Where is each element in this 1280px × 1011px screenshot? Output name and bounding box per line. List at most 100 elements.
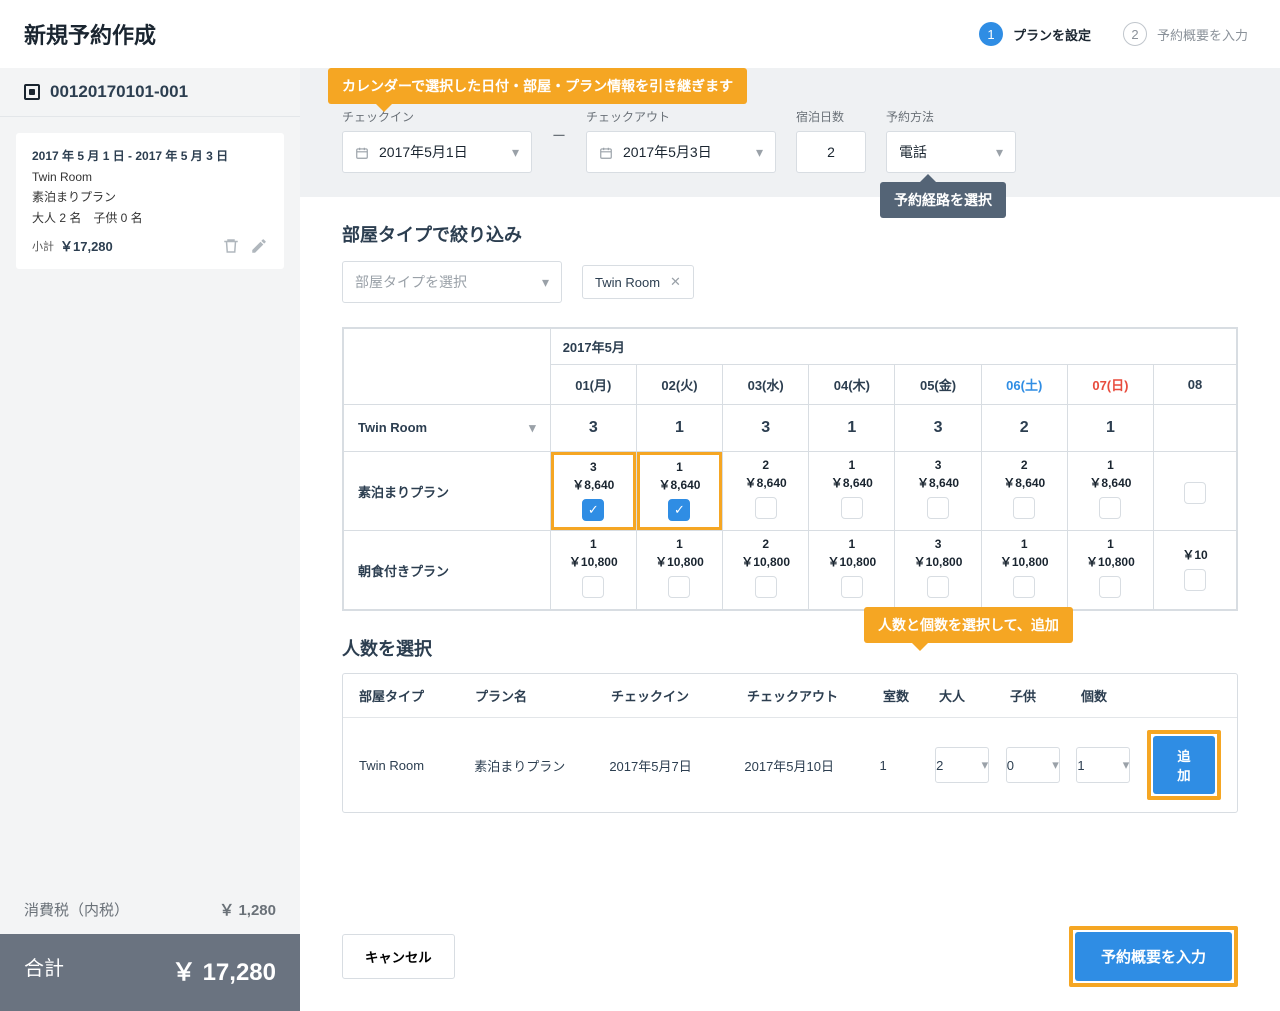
count-7 (1154, 405, 1237, 452)
slot-checkbox[interactable] (1184, 482, 1206, 504)
method-value: 電話 (899, 142, 927, 162)
next-button[interactable]: 予約概要を入力 (1075, 932, 1232, 981)
slot-1-7[interactable]: ￥10 (1154, 531, 1237, 610)
plan-name-1: 朝食付きプラン (344, 531, 551, 610)
step-2-number: 2 (1123, 22, 1147, 46)
next-button-highlight: 予約概要を入力 (1069, 926, 1238, 987)
step-1[interactable]: 1 プランを設定 (979, 22, 1091, 46)
filter-section: 部屋タイプで絞り込み 部屋タイプを選択 ▾ Twin Room ✕ (300, 221, 1280, 327)
slot-0-0[interactable]: 3￥8,640✓ (550, 452, 636, 531)
top-header: 新規予約作成 1 プランを設定 2 予約概要を入力 カレンダーで選択した日付・部… (0, 0, 1280, 68)
tax-row: 消費税（内税） ￥ 1,280 (0, 885, 300, 934)
page-title: 新規予約作成 (24, 18, 276, 50)
chevron-down-icon: ▾ (996, 144, 1003, 161)
slot-checkbox[interactable] (1099, 497, 1121, 519)
gh-plan: プラン名 (475, 686, 595, 705)
plan-name-0: 素泊まりプラン (344, 452, 551, 531)
room-type-select[interactable]: 部屋タイプを選択 ▾ (342, 261, 562, 303)
chevron-down-icon: ▾ (512, 144, 519, 161)
slot-checkbox[interactable] (841, 497, 863, 519)
tooltip-guests: 人数と個数を選択して、追加 (864, 607, 1073, 643)
gh-checkout: チェックアウト (747, 686, 867, 705)
checkout-label: チェックアウト (586, 108, 776, 125)
delete-icon[interactable] (222, 236, 240, 254)
guest-table-row: Twin Room 素泊まりプラン 2017年5月7日 2017年5月10日 1… (343, 717, 1237, 812)
slot-0-4[interactable]: 3￥8,640 (895, 452, 981, 531)
count-4: 3 (895, 405, 981, 452)
slot-checkbox[interactable] (841, 576, 863, 598)
slot-0-7[interactable] (1154, 452, 1237, 531)
day-head-6: 07(日) (1067, 365, 1153, 405)
checkout-picker[interactable]: 2017年5月3日 ▾ (586, 131, 776, 173)
grid-room-header[interactable]: Twin Room ▾ (344, 405, 551, 452)
filter-chip-label: Twin Room (595, 275, 660, 290)
slot-1-5[interactable]: 1￥10,800 (981, 531, 1067, 610)
slot-checkbox[interactable] (668, 576, 690, 598)
checkout-field: チェックアウト 2017年5月3日 ▾ (586, 108, 776, 173)
children-select[interactable]: 0▾ (1006, 747, 1060, 783)
step-1-number: 1 (979, 22, 1003, 46)
guest-title: 人数を選択 (342, 635, 1238, 661)
total-value: ￥ 17,280 (172, 952, 276, 987)
total-label: 合計 (24, 952, 64, 987)
qty-select[interactable]: 1▾ (1076, 747, 1130, 783)
sidebar: 00120170101-001 2017 年 5 月 1 日 - 2017 年 … (0, 68, 300, 1011)
step-2[interactable]: 2 予約概要を入力 (1123, 22, 1248, 46)
slot-1-1[interactable]: 1￥10,800 (636, 531, 722, 610)
booking-dates: 2017 年 5 月 1 日 - 2017 年 5 月 3 日 (32, 147, 268, 164)
tooltip-method: 予約経路を選択 (880, 182, 1006, 218)
slot-1-0[interactable]: 1￥10,800 (550, 531, 636, 610)
booking-plan: 素泊まりプラン (32, 188, 268, 205)
slot-checkbox[interactable] (755, 576, 777, 598)
slot-checkbox[interactable]: ✓ (582, 499, 604, 521)
slot-0-2[interactable]: 2￥8,640 (723, 452, 809, 531)
slot-checkbox[interactable] (582, 576, 604, 598)
booking-id-text: 00120170101-001 (50, 82, 188, 102)
gr-plan: 素泊まりプラン (474, 756, 593, 775)
filter-chip-twin-room[interactable]: Twin Room ✕ (582, 265, 694, 299)
adults-select[interactable]: 2▾ (935, 747, 989, 783)
gh-children: 子供 (1010, 686, 1065, 705)
room-type-placeholder: 部屋タイプを選択 (355, 272, 467, 292)
availability-grid: 2017年5月01(月)02(火)03(水)04(木)05(金)06(土)07(… (300, 327, 1280, 611)
chevron-down-icon: ▾ (756, 144, 763, 161)
slot-1-2[interactable]: 2￥10,800 (723, 531, 809, 610)
slot-checkbox[interactable] (755, 497, 777, 519)
cancel-button[interactable]: キャンセル (342, 934, 455, 979)
close-icon[interactable]: ✕ (670, 274, 681, 290)
checkin-field: チェックイン 2017年5月1日 ▾ (342, 108, 532, 173)
method-select[interactable]: 電話 ▾ (886, 131, 1016, 173)
tax-value: ￥ 1,280 (219, 899, 276, 920)
slot-1-6[interactable]: 1￥10,800 (1067, 531, 1153, 610)
slot-checkbox[interactable]: ✓ (668, 499, 690, 521)
slot-checkbox[interactable] (1184, 569, 1206, 591)
count-0: 3 (550, 405, 636, 452)
slot-checkbox[interactable] (927, 497, 949, 519)
slot-checkbox[interactable] (1099, 576, 1121, 598)
slot-1-4[interactable]: 3￥10,800 (895, 531, 981, 610)
slot-checkbox[interactable] (927, 576, 949, 598)
slot-0-1[interactable]: 1￥8,640✓ (636, 452, 722, 531)
slot-0-6[interactable]: 1￥8,640 (1067, 452, 1153, 531)
checkin-picker[interactable]: 2017年5月1日 ▾ (342, 131, 532, 173)
method-label: 予約方法 (886, 108, 1016, 125)
count-6: 1 (1067, 405, 1153, 452)
step-1-label: プランを設定 (1013, 25, 1091, 44)
slot-0-3[interactable]: 1￥8,640 (809, 452, 895, 531)
footer-bar: キャンセル 予約概要を入力 (300, 910, 1280, 1011)
nights-input[interactable]: 2 (796, 131, 866, 173)
date-separator: ー (552, 126, 566, 156)
checkin-value: 2017年5月1日 (379, 142, 468, 162)
grand-total-row: 合計 ￥ 17,280 (0, 934, 300, 1011)
slot-0-5[interactable]: 2￥8,640 (981, 452, 1067, 531)
guest-table: 部屋タイプ プラン名 チェックイン チェックアウト 室数 大人 子供 個数 Tw… (342, 673, 1238, 813)
slot-1-3[interactable]: 1￥10,800 (809, 531, 895, 610)
booking-pax: 大人 2 名 子供 0 名 (32, 209, 268, 226)
slot-checkbox[interactable] (1013, 576, 1035, 598)
add-button[interactable]: 追加 (1153, 736, 1215, 794)
slot-checkbox[interactable] (1013, 497, 1035, 519)
add-button-highlight: 追加 (1147, 730, 1221, 800)
edit-icon[interactable] (250, 236, 268, 254)
method-field: 予約方法 電話 ▾ 予約経路を選択 (886, 108, 1016, 173)
calendar-icon (355, 144, 369, 160)
